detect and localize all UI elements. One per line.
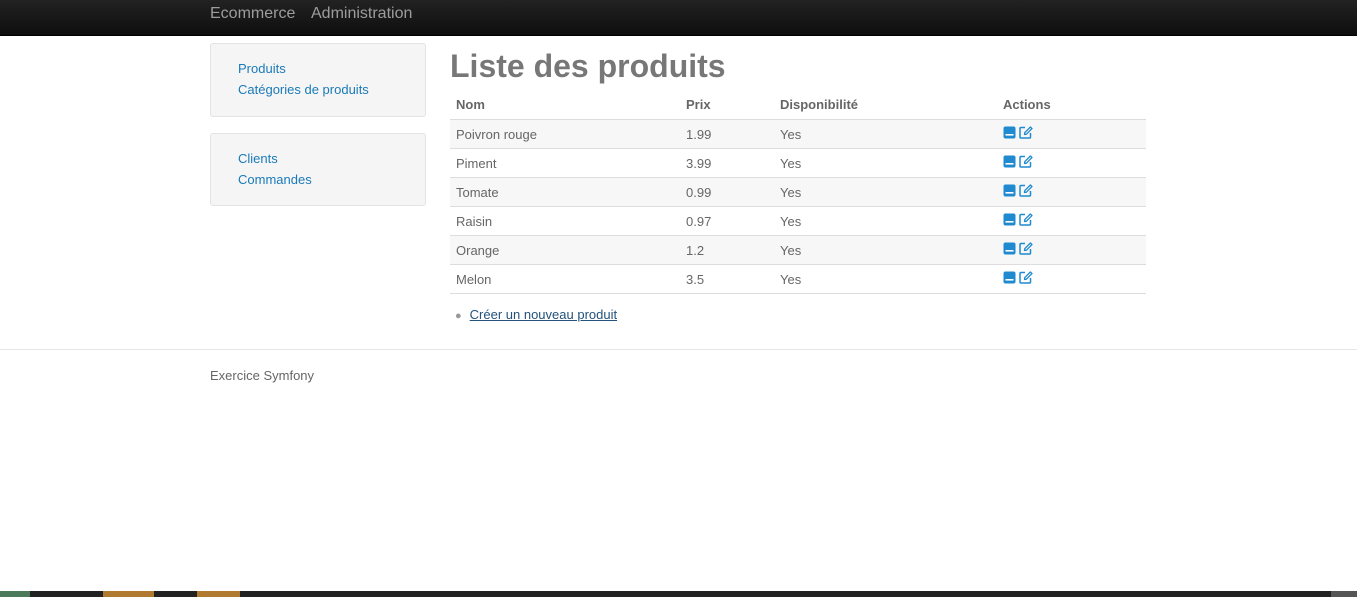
products-table: Nom Prix Disponibilité Actions Poivron r…	[450, 90, 1146, 294]
bullet-icon: ●	[455, 310, 462, 322]
product-name: Poivron rouge	[450, 119, 680, 149]
sidebar-item-produits[interactable]: Produits	[238, 58, 425, 79]
product-name: Melon	[450, 264, 680, 294]
sidebar-item-clients[interactable]: Clients	[238, 148, 425, 169]
footer-divider	[0, 349, 1357, 350]
product-price: 1.99	[680, 119, 774, 149]
product-availability: Yes	[774, 177, 997, 207]
show-icon[interactable]	[1003, 184, 1016, 200]
product-actions	[997, 119, 1146, 149]
product-actions	[997, 206, 1146, 236]
edit-icon[interactable]	[1019, 184, 1033, 200]
column-header-disponibilite: Disponibilité	[774, 90, 997, 120]
product-availability: Yes	[774, 119, 997, 149]
top-navbar: Ecommerce Administration	[0, 0, 1357, 36]
product-availability: Yes	[774, 264, 997, 294]
edit-icon[interactable]	[1019, 271, 1033, 287]
taskbar-item[interactable]	[197, 591, 240, 597]
product-price: 0.97	[680, 206, 774, 236]
table-row: Melon 3.5 Yes	[450, 264, 1146, 294]
column-header-prix: Prix	[680, 90, 774, 120]
column-header-actions: Actions	[997, 90, 1146, 120]
table-row: Poivron rouge 1.99 Yes	[450, 119, 1146, 149]
show-icon[interactable]	[1003, 271, 1016, 287]
nav-brand-ecommerce[interactable]: Ecommerce	[210, 5, 295, 23]
product-name: Raisin	[450, 206, 680, 236]
list-item: ● Créer un nouveau produit	[455, 307, 617, 322]
product-name: Tomate	[450, 177, 680, 207]
create-actions-list: ● Créer un nouveau produit	[455, 307, 617, 322]
taskbar-item[interactable]	[103, 591, 154, 597]
product-actions	[997, 235, 1146, 265]
edit-icon[interactable]	[1019, 242, 1033, 258]
show-icon[interactable]	[1003, 213, 1016, 229]
page-title: Liste des produits	[450, 48, 726, 84]
product-actions	[997, 264, 1146, 294]
table-row: Orange 1.2 Yes	[450, 235, 1146, 265]
column-header-nom: Nom	[450, 90, 680, 120]
sidebar-products-group: Produits Catégories de produits	[210, 43, 426, 117]
edit-icon[interactable]	[1019, 126, 1033, 142]
table-body: Poivron rouge 1.99 Yes Piment 3.99 Yes Tomate 0…	[450, 119, 1146, 294]
table-row: Piment 3.99 Yes	[450, 148, 1146, 178]
sidebar-item-categories[interactable]: Catégories de produits	[238, 79, 425, 100]
footer-text: Exercice Symfony	[210, 368, 315, 383]
nav-administration[interactable]: Administration	[311, 5, 412, 23]
sidebar-item-commandes[interactable]: Commandes	[238, 169, 425, 190]
product-price: 1.2	[680, 235, 774, 265]
table-row: Tomate 0.99 Yes	[450, 177, 1146, 207]
table-row: Raisin 0.97 Yes	[450, 206, 1146, 236]
product-actions	[997, 148, 1146, 178]
taskbar-item[interactable]	[1331, 591, 1357, 597]
table-header-row: Nom Prix Disponibilité Actions	[450, 90, 1146, 120]
product-availability: Yes	[774, 235, 997, 265]
edit-icon[interactable]	[1019, 155, 1033, 171]
product-name: Piment	[450, 148, 680, 178]
show-icon[interactable]	[1003, 126, 1016, 142]
product-price: 3.5	[680, 264, 774, 294]
product-actions	[997, 177, 1146, 207]
taskbar-item[interactable]	[0, 591, 30, 597]
sidebar-customers-group: Clients Commandes	[210, 133, 426, 206]
show-icon[interactable]	[1003, 155, 1016, 171]
product-availability: Yes	[774, 148, 997, 178]
edit-icon[interactable]	[1019, 213, 1033, 229]
product-price: 0.99	[680, 177, 774, 207]
product-name: Orange	[450, 235, 680, 265]
show-icon[interactable]	[1003, 242, 1016, 258]
product-price: 3.99	[680, 148, 774, 178]
create-product-link[interactable]: Créer un nouveau produit	[470, 307, 617, 322]
product-availability: Yes	[774, 206, 997, 236]
taskbar-strip	[0, 591, 1357, 597]
